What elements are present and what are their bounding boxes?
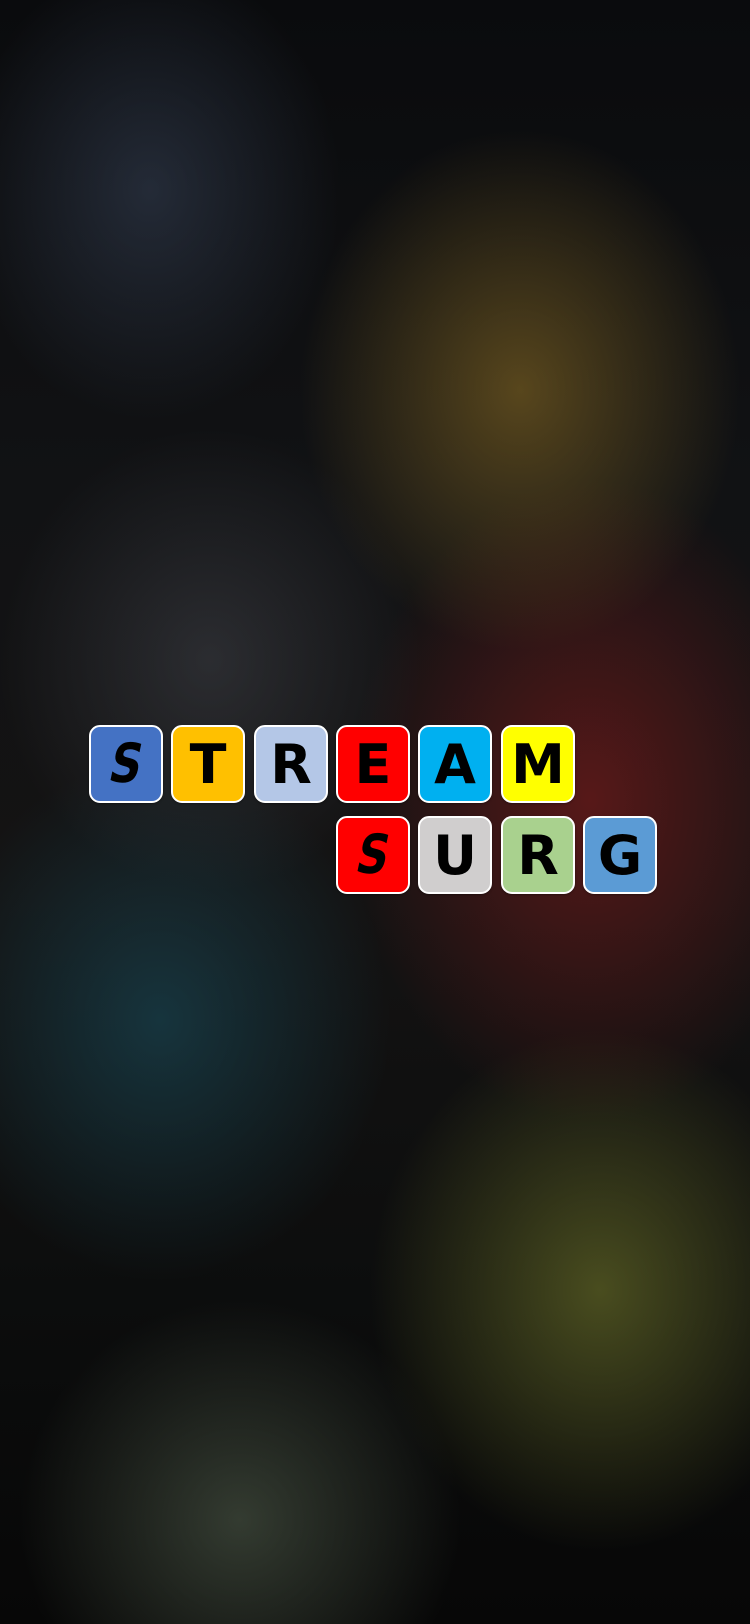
logo-letter: E (354, 733, 392, 796)
logo-tile-r: R (254, 725, 328, 803)
logo-tile-t: T (171, 725, 245, 803)
logo-tile-e: E (336, 725, 410, 803)
logo-letter: G (597, 824, 643, 887)
logo-tile-m: M (501, 725, 575, 803)
logo-letter: A (434, 733, 476, 796)
logo-letter: R (270, 733, 312, 796)
logo-letter: U (433, 824, 477, 887)
logo-tile-u: U (418, 816, 492, 894)
logo-tile-r: R (501, 816, 575, 894)
logo-letter: S (103, 732, 149, 795)
app-logo: S T R E A M S U R G (0, 0, 750, 1624)
logo-letter: R (517, 824, 559, 887)
splash-screen: S T R E A M S U R G (0, 0, 750, 1624)
logo-letter: S (350, 823, 396, 886)
logo-tile-g: G (583, 816, 657, 894)
logo-tile-s: S (336, 816, 410, 894)
logo-letter: T (189, 733, 227, 796)
logo-tile-s: S (89, 725, 163, 803)
logo-tile-a: A (418, 725, 492, 803)
logo-letter: M (511, 733, 565, 796)
